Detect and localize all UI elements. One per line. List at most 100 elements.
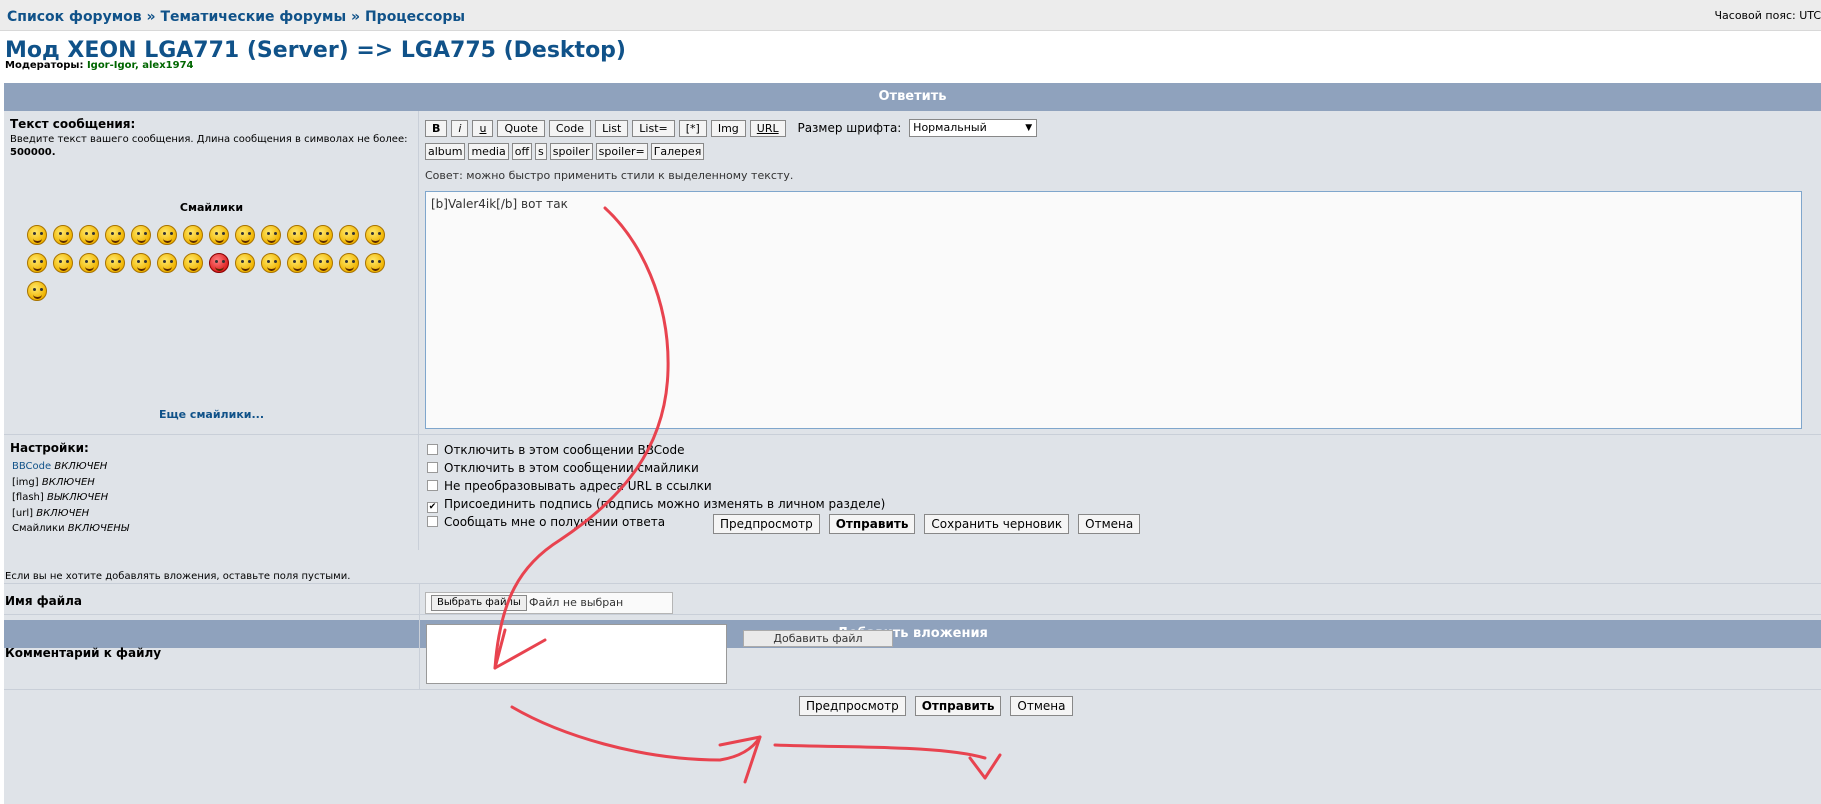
message-label-cell: Текст сообщения: Введите текст вашего со… <box>4 111 419 434</box>
breadcrumb-forum-list[interactable]: Список форумов <box>7 9 142 25</box>
checkbox-checked[interactable]: ✔ <box>427 502 438 513</box>
smiley-icon[interactable] <box>313 253 333 273</box>
smiley-icon[interactable] <box>53 225 73 245</box>
smiley-icon[interactable] <box>261 253 281 273</box>
option-no-magic-url[interactable]: Не преобразовывать адреса URL в ссылки <box>427 477 885 495</box>
smiley-icon[interactable] <box>79 225 99 245</box>
smiley-icon[interactable] <box>261 225 281 245</box>
smiley-icon[interactable] <box>27 253 47 273</box>
preview-button[interactable]: Предпросмотр <box>713 514 820 534</box>
reply-header: Ответить <box>4 83 1821 111</box>
bbcode-code-button[interactable]: Code <box>548 119 592 137</box>
setting-key: Смайлики <box>12 523 65 534</box>
smiley-icon[interactable] <box>27 281 47 301</box>
bbcode-italic-button[interactable]: i <box>451 119 469 137</box>
option-disable-bbcode[interactable]: Отключить в этом сообщении BBCode <box>427 441 885 459</box>
bbcode-gallery-button[interactable]: Галерея <box>650 143 705 160</box>
setting-smileys: Смайлики ВКЛЮЧЕНЫ <box>12 521 129 537</box>
file-name-label: Имя файла <box>5 594 83 608</box>
row-divider <box>4 689 1821 690</box>
smiley-icon[interactable] <box>365 253 385 273</box>
formatting-tip: Совет: можно быстро применить стили к вы… <box>425 169 794 182</box>
smiley-icon[interactable] <box>183 253 203 273</box>
smiley-icon[interactable] <box>339 253 359 273</box>
smiley-icon[interactable] <box>287 225 307 245</box>
file-status: Файл не выбран <box>529 596 624 609</box>
breadcrumb-separator: » <box>146 9 156 25</box>
bbcode-quote-button[interactable]: Quote <box>497 119 545 137</box>
timezone-label: Часовой пояс: UTC <box>1714 9 1821 22</box>
submit-button[interactable]: Отправить <box>914 696 1002 716</box>
font-size-select[interactable]: Нормальный ▼ <box>909 119 1038 137</box>
bbcode-spoiler-button[interactable]: spoiler <box>549 143 593 160</box>
smiley-icon[interactable] <box>157 225 177 245</box>
option-label: Отключить в этом сообщении смайлики <box>444 461 699 475</box>
save-draft-button[interactable]: Сохранить черновик <box>924 514 1070 534</box>
smiley-icon[interactable] <box>157 253 177 273</box>
breadcrumb-processors[interactable]: Процессоры <box>365 9 465 25</box>
bbcode-list-item-button[interactable]: [*] <box>678 119 707 137</box>
checkbox[interactable] <box>427 444 438 455</box>
bbcode-album-button[interactable]: album <box>425 143 466 160</box>
smiley-icon[interactable] <box>365 225 385 245</box>
preview-button[interactable]: Предпросмотр <box>799 696 906 716</box>
smiley-icon[interactable] <box>235 225 255 245</box>
smiley-icon[interactable] <box>209 253 229 273</box>
message-desc-text: Введите текст вашего сообщения. Длина со… <box>10 134 408 145</box>
message-description: Введите текст вашего сообщения. Длина со… <box>10 133 415 159</box>
file-input[interactable]: Выбрать файлы Файл не выбран <box>425 592 673 614</box>
moderators-names[interactable]: Igor-Igor, alex1974 <box>87 60 194 71</box>
attachments-header: Добавить вложения <box>4 620 1821 648</box>
smiley-icon[interactable] <box>235 253 255 273</box>
setting-value: ВКЛЮЧЕН <box>54 461 108 472</box>
smiley-icon[interactable] <box>105 253 125 273</box>
option-label: Сообщать мне о получении ответа <box>444 515 666 529</box>
smiley-icon[interactable] <box>183 225 203 245</box>
file-comment-textarea[interactable] <box>426 624 727 684</box>
cancel-button[interactable]: Отмена <box>1078 514 1141 534</box>
checkbox[interactable] <box>427 462 438 473</box>
attachments-note: Если вы не хотите добавлять вложения, ос… <box>5 571 351 582</box>
smiley-icon[interactable] <box>313 225 333 245</box>
smiley-icon[interactable] <box>105 225 125 245</box>
submit-button[interactable]: Отправить <box>828 514 916 534</box>
bbcode-list-ordered-button[interactable]: List= <box>632 119 675 137</box>
setting-key: [flash] <box>12 492 44 503</box>
bbcode-off-button[interactable]: off <box>511 143 533 160</box>
bbcode-media-button[interactable]: media <box>468 143 509 160</box>
bbcode-list-button[interactable]: List <box>595 119 629 137</box>
message-textarea[interactable]: [b]Valer4ik[/b] вот так <box>425 191 1802 429</box>
checkbox[interactable] <box>427 480 438 491</box>
moderators-label: Модераторы: <box>5 60 84 71</box>
smiley-icon[interactable] <box>209 225 229 245</box>
option-attach-signature[interactable]: ✔ Присоединить подпись (подпись можно изм… <box>427 495 885 513</box>
setting-value: ВКЛЮЧЕН <box>36 507 90 519</box>
font-size-label: Размер шрифта: <box>797 121 902 135</box>
smiley-icon[interactable] <box>53 253 73 273</box>
smiley-icon[interactable] <box>79 253 99 273</box>
option-label: Присоединить подпись (подпись можно изме… <box>444 497 886 511</box>
setting-key[interactable]: BBCode <box>12 461 51 472</box>
bbcode-spoiler-titled-button[interactable]: spoiler= <box>595 143 648 160</box>
setting-value: ВКЛЮЧЕНЫ <box>67 523 129 534</box>
bbcode-underline-button[interactable]: u <box>472 119 494 137</box>
form-actions: Предпросмотр Отправить Сохранить черновик О… <box>713 514 1149 534</box>
smiley-icon[interactable] <box>131 253 151 273</box>
smiley-icon[interactable] <box>287 253 307 273</box>
smiley-icon[interactable] <box>27 225 47 245</box>
bbcode-strike-button[interactable]: s <box>535 143 547 160</box>
row-divider <box>4 583 1821 584</box>
smiley-icon[interactable] <box>339 225 359 245</box>
bbcode-bold-button[interactable]: B <box>425 119 448 137</box>
more-smileys-link[interactable]: Еще смайлики... <box>4 408 419 421</box>
option-disable-smileys[interactable]: Отключить в этом сообщении смайлики <box>427 459 885 477</box>
bbcode-url-button[interactable]: URL <box>749 119 786 137</box>
choose-files-button[interactable]: Выбрать файлы <box>431 595 527 611</box>
bbcode-img-button[interactable]: Img <box>710 119 746 137</box>
add-file-button[interactable]: Добавить файл <box>743 630 893 647</box>
checkbox[interactable] <box>427 516 438 527</box>
breadcrumb-thematic-forums[interactable]: Тематические форумы <box>160 9 346 25</box>
cancel-button[interactable]: Отмена <box>1010 696 1073 716</box>
smiley-icon[interactable] <box>131 225 151 245</box>
bbcode-toolbar-extra: album media off s spoiler spoiler= Галерея <box>425 143 707 160</box>
